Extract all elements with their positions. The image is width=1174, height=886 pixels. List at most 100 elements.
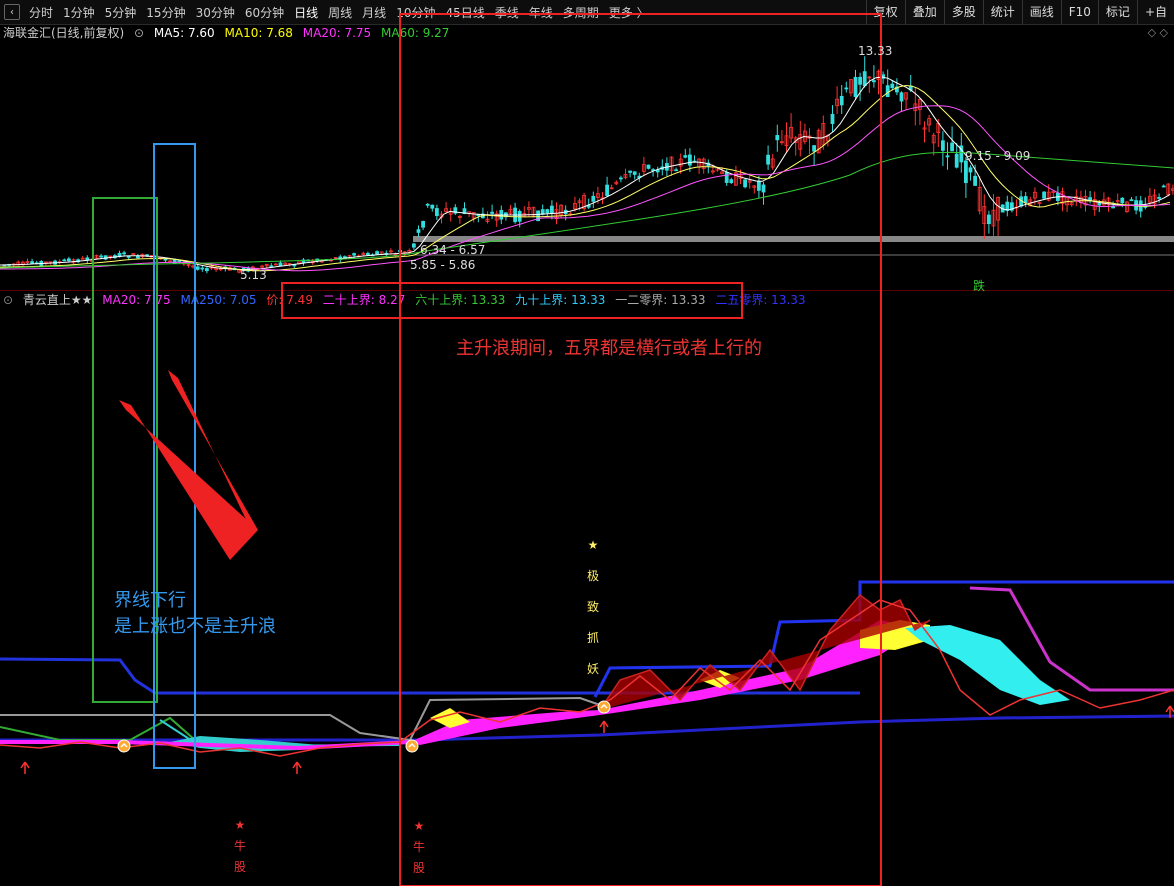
ind-b90: 九十上界: 13.33 xyxy=(515,293,606,307)
toolbar-button-5[interactable]: F10 xyxy=(1060,0,1098,24)
candle-body-228 xyxy=(1051,190,1056,193)
stock-chart-canvas[interactable] xyxy=(0,0,1174,886)
signal-circle-icon-1 xyxy=(405,739,419,753)
candle-body-209 xyxy=(964,160,968,184)
candle-body-124 xyxy=(573,203,577,210)
candle-body-126 xyxy=(582,195,586,210)
candle-body-7 xyxy=(34,262,39,265)
candle-body-139 xyxy=(642,164,646,172)
candle-body-46 xyxy=(214,267,219,270)
settings-circle-icon[interactable]: ⊙ xyxy=(0,293,13,307)
period-tab-10[interactable]: 45日线 xyxy=(440,4,489,21)
candle-body-210 xyxy=(968,167,973,173)
candle-body-115 xyxy=(531,206,536,217)
period-tab-11[interactable]: 季线 xyxy=(490,4,524,21)
candle-body-172 xyxy=(793,137,798,143)
candle-body-107 xyxy=(494,213,499,221)
sig1-char-3: 抓 xyxy=(586,631,599,645)
signal-circle-icon-2 xyxy=(597,700,611,714)
signal-chevron-icon-2 xyxy=(600,703,608,709)
candle-body-231 xyxy=(1065,197,1069,206)
toolbar-button-2[interactable]: 多股 xyxy=(943,0,983,24)
candle-body-176 xyxy=(812,145,816,152)
candle-body-37 xyxy=(172,258,177,264)
candle-body-36 xyxy=(168,260,173,263)
period-tab-8[interactable]: 月线 xyxy=(357,4,391,21)
candle-body-109 xyxy=(503,212,508,218)
up-arrow-icon-1 xyxy=(292,761,302,774)
stock-title: 海联金汇(日线,前复权) xyxy=(3,26,125,40)
candle-body-199 xyxy=(918,98,922,110)
candle-body-108 xyxy=(499,209,504,220)
candle-body-178 xyxy=(821,123,826,146)
candle-body-219 xyxy=(1010,202,1014,211)
yellow-band-3 xyxy=(700,670,740,688)
boundary-line-cyan xyxy=(159,719,401,748)
period-tab-9[interactable]: 10分钟 xyxy=(391,4,440,21)
period-tab-1[interactable]: 1分钟 xyxy=(58,4,100,21)
candle-body-201 xyxy=(927,118,931,126)
candle-body-87 xyxy=(402,251,407,254)
candle-body-245 xyxy=(1129,199,1134,202)
candle-body-211 xyxy=(973,175,977,186)
toolbar-button-0[interactable]: 复权 xyxy=(865,0,905,24)
candle-body-116 xyxy=(536,210,540,222)
ind-ma250: MA250: 7.05 xyxy=(180,293,257,307)
candle-body-203 xyxy=(936,122,941,133)
toolbar-button-6[interactable]: 标记 xyxy=(1097,0,1137,24)
candle-body-173 xyxy=(798,134,803,150)
candle-body-142 xyxy=(655,169,660,173)
candle-body-128 xyxy=(591,195,596,202)
period-tab-7[interactable]: 周线 xyxy=(323,4,357,21)
period-tab-14[interactable]: 更多 〉 xyxy=(604,4,654,21)
candle-body-89 xyxy=(411,243,416,248)
candle-body-60 xyxy=(278,262,283,267)
toolbar-button-4[interactable]: 画线 xyxy=(1021,0,1061,24)
panel-window-controls[interactable]: ◇ ◇ xyxy=(1148,26,1168,39)
period-tab-12[interactable]: 年线 xyxy=(524,4,558,21)
candle-body-88 xyxy=(407,250,412,254)
candle-body-102 xyxy=(471,212,476,219)
period-tab-6[interactable]: 日线 xyxy=(289,4,323,21)
period-tab-13[interactable]: 多周期 xyxy=(558,4,604,21)
magenta-line-left xyxy=(0,740,411,751)
period-tab-3[interactable]: 15分钟 xyxy=(141,4,190,21)
candle-body-90 xyxy=(416,229,421,233)
candle-body-123 xyxy=(568,213,573,216)
candle-body-146 xyxy=(674,169,678,172)
candle-body-29 xyxy=(135,256,140,259)
candle-body-118 xyxy=(545,209,550,214)
candle-body-47 xyxy=(218,268,223,271)
candle-body-226 xyxy=(1042,191,1046,199)
candle-body-196 xyxy=(904,92,908,100)
candle-body-0 xyxy=(2,264,7,267)
mid-price-label: 9.15 - 9.09 xyxy=(965,149,1031,163)
candle-body-234 xyxy=(1079,196,1083,204)
candle-body-145 xyxy=(669,156,674,172)
sig1-char-2: 致 xyxy=(586,600,599,614)
candle-body-170 xyxy=(784,135,789,147)
candle-body-68 xyxy=(315,258,320,261)
candle-body-236 xyxy=(1088,197,1092,202)
ind-b120: 一二零界: 13.33 xyxy=(615,293,706,307)
candle-body-127 xyxy=(586,204,591,208)
candle-body-217 xyxy=(1000,204,1005,213)
back-icon[interactable]: ‹ xyxy=(4,4,20,20)
candle-body-61 xyxy=(283,262,288,265)
candle-body-83 xyxy=(384,252,389,255)
range1-label: 6.34 - 6.57 xyxy=(420,243,486,257)
candle-body-62 xyxy=(287,263,292,266)
period-tab-2[interactable]: 5分钟 xyxy=(100,4,142,21)
toolbar-button-3[interactable]: 统计 xyxy=(982,0,1022,24)
toolbar-button-1[interactable]: 叠加 xyxy=(904,0,944,24)
period-tab-4[interactable]: 30分钟 xyxy=(191,4,240,21)
period-tab-0[interactable]: 分时 xyxy=(24,4,58,21)
toolbar-button-7[interactable]: +自 xyxy=(1136,0,1174,24)
period-tab-5[interactable]: 60分钟 xyxy=(240,4,289,21)
candle-body-32 xyxy=(149,255,154,260)
candle-body-70 xyxy=(324,258,329,261)
candle-body-159 xyxy=(734,172,738,186)
ma5-value: MA5: 7.60 xyxy=(153,26,215,40)
candle-body-193 xyxy=(890,83,895,89)
settings-circle-icon[interactable]: ⊙ xyxy=(134,26,144,40)
